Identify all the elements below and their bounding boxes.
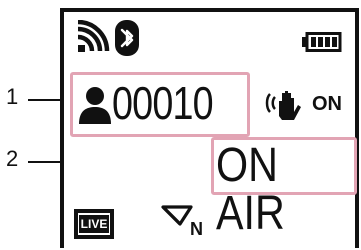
callout-number-2: 2 (6, 146, 19, 171)
bluetooth-icon (115, 20, 139, 56)
wifi-signal-icon (77, 20, 110, 52)
level-suffix: N (190, 219, 203, 239)
steadyshot-state: ON (312, 93, 342, 115)
battery-full-icon (302, 32, 342, 52)
level-gauge-icon (161, 205, 193, 226)
person-icon (79, 87, 111, 124)
callout-number-1: 1 (6, 84, 19, 109)
steadyshot-hand-icon (265, 91, 301, 120)
live-badge: LIVE (74, 209, 114, 239)
broadcast-status: ON AIR (216, 139, 285, 240)
live-label: LIVE (78, 215, 110, 233)
camera-display: 00010 ON ON AIR LIVE N (60, 8, 359, 248)
viewer-count: 00010 (112, 77, 214, 129)
